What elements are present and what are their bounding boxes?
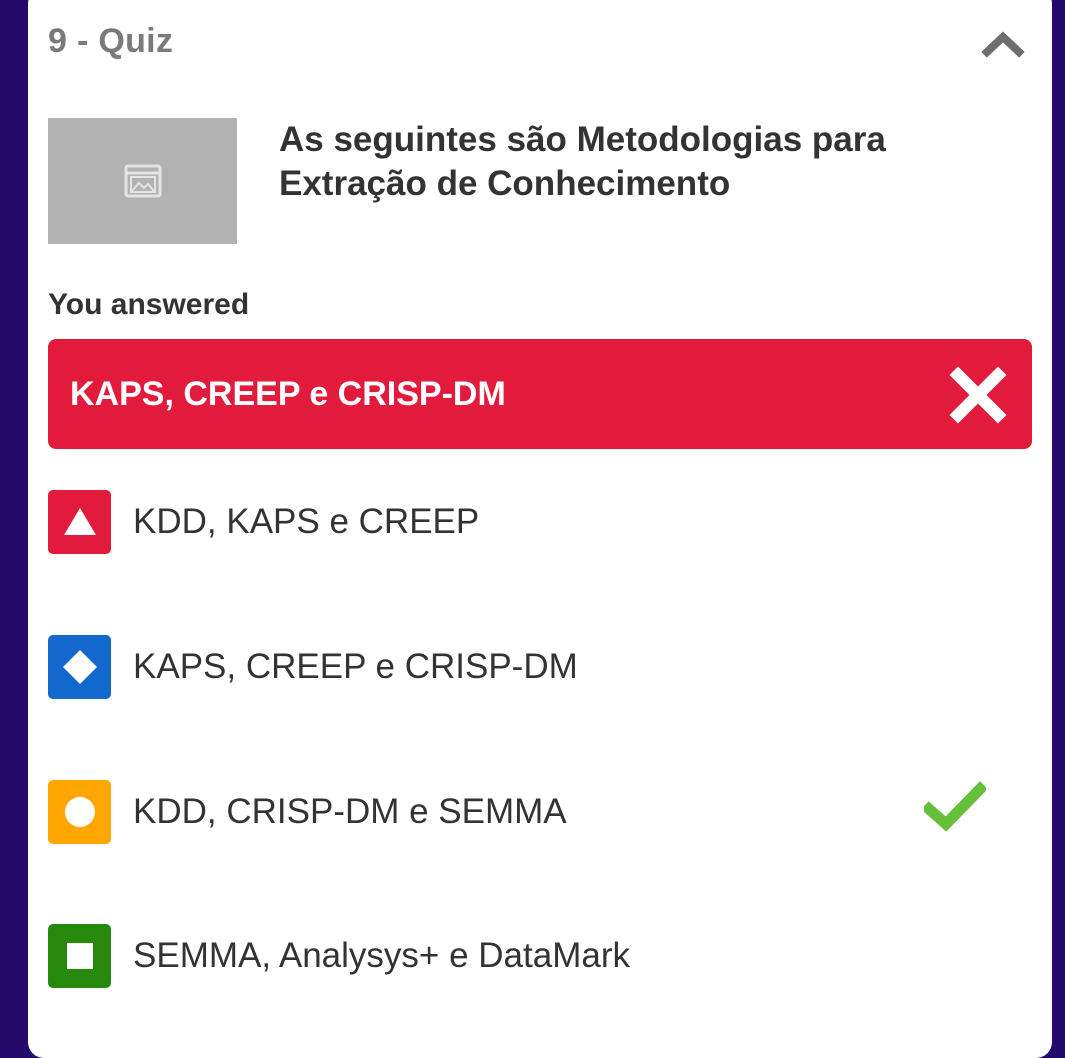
question-image-placeholder [48, 118, 237, 244]
quiz-card: 9 - Quiz As seguintes são Metodologias p… [28, 0, 1052, 1058]
option-label: KDD, KAPS e CREEP [133, 502, 480, 541]
image-placeholder-icon [124, 164, 161, 198]
option-circle[interactable]: KDD, CRISP-DM e SEMMA [48, 780, 1008, 844]
option-triangle[interactable]: KDD, KAPS e CREEP [48, 490, 1008, 554]
option-square[interactable]: SEMMA, Analysys+ e DataMark [48, 924, 1008, 988]
quiz-title: 9 - Quiz [48, 22, 174, 60]
option-shape-tile [48, 490, 111, 554]
given-answer-bar: KAPS, CREEP e CRISP-DM [48, 339, 1032, 449]
question-text: As seguintes são Metodologias para Extra… [279, 120, 886, 203]
option-shape-tile [48, 924, 111, 988]
option-label: KAPS, CREEP e CRISP-DM [133, 647, 578, 686]
chevron-up-icon [981, 31, 1025, 58]
correct-check-icon [924, 781, 986, 832]
collapse-button[interactable] [978, 22, 1028, 62]
diamond-icon [62, 650, 97, 684]
circle-icon [64, 797, 95, 827]
option-shape-tile [48, 780, 111, 844]
triangle-icon [63, 508, 96, 535]
option-shape-tile [48, 635, 111, 699]
square-icon [66, 943, 93, 969]
wrong-x-icon [949, 366, 1007, 424]
given-answer-text: KAPS, CREEP e CRISP-DM [70, 375, 506, 413]
you-answered-label: You answered [48, 288, 250, 321]
option-label: KDD, CRISP-DM e SEMMA [133, 792, 567, 831]
option-diamond[interactable]: KAPS, CREEP e CRISP-DM [48, 635, 1008, 699]
option-label: SEMMA, Analysys+ e DataMark [133, 936, 630, 975]
